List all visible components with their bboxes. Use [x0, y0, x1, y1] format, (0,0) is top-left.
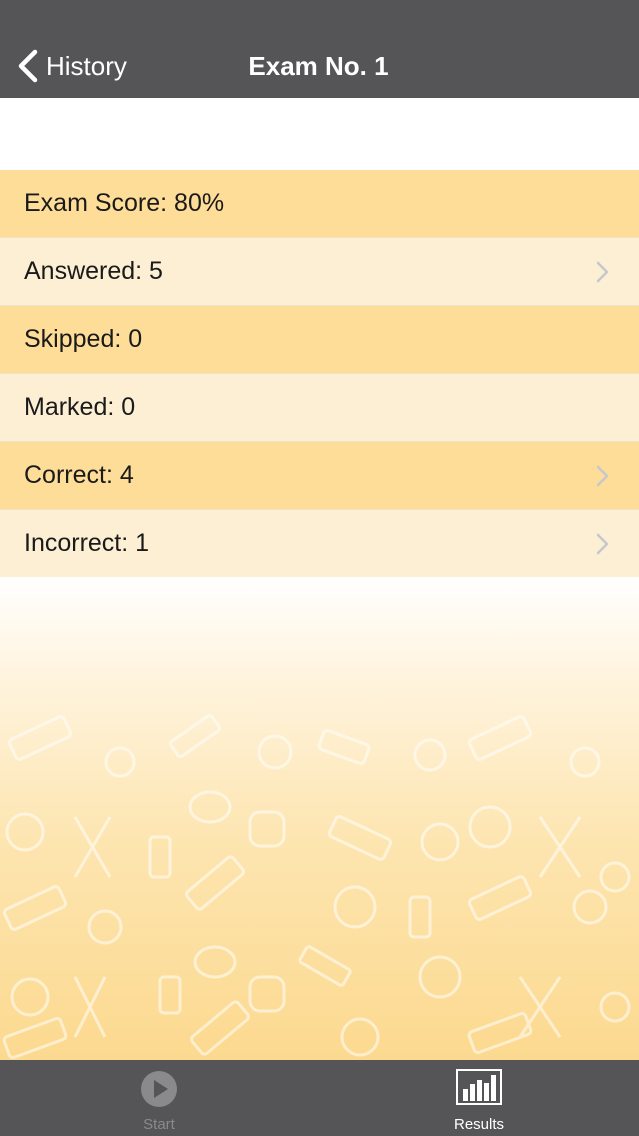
result-label: Skipped: 0	[24, 325, 143, 353]
result-row-marked: Marked: 0	[0, 374, 639, 442]
result-label: Answered: 5	[24, 257, 163, 285]
result-label: Incorrect: 1	[24, 529, 150, 557]
tab-bar: Start Results	[0, 1060, 639, 1136]
chevron-right-icon	[596, 533, 609, 554]
result-label: Correct: 4	[24, 461, 134, 489]
navigation-bar: History Exam No. 1	[0, 0, 639, 98]
tab-results[interactable]: Results	[399, 1060, 559, 1136]
results-list: Exam Score: 80% Answered: 5 Skipped: 0 M…	[0, 170, 639, 578]
tab-results-label: Results	[453, 1116, 505, 1133]
chevron-right-icon	[596, 465, 609, 486]
result-label: Exam Score: 80%	[24, 189, 225, 217]
tab-start-label: Start	[143, 1116, 175, 1133]
result-row-exam-score: Exam Score: 80%	[0, 170, 639, 238]
play-icon	[141, 1071, 177, 1107]
chevron-right-icon	[596, 261, 609, 282]
result-row-answered[interactable]: Answered: 5	[0, 238, 639, 306]
result-row-skipped: Skipped: 0	[0, 306, 639, 374]
page-title: Exam No. 1	[248, 51, 389, 81]
result-label: Marked: 0	[24, 393, 136, 421]
result-row-correct[interactable]: Correct: 4	[0, 442, 639, 510]
tab-start[interactable]: Start	[79, 1060, 239, 1136]
beauty-tools-pattern	[2, 713, 631, 1059]
bar-chart-icon	[456, 1069, 502, 1105]
result-row-incorrect[interactable]: Incorrect: 1	[0, 510, 639, 578]
background-pattern	[0, 577, 639, 1060]
